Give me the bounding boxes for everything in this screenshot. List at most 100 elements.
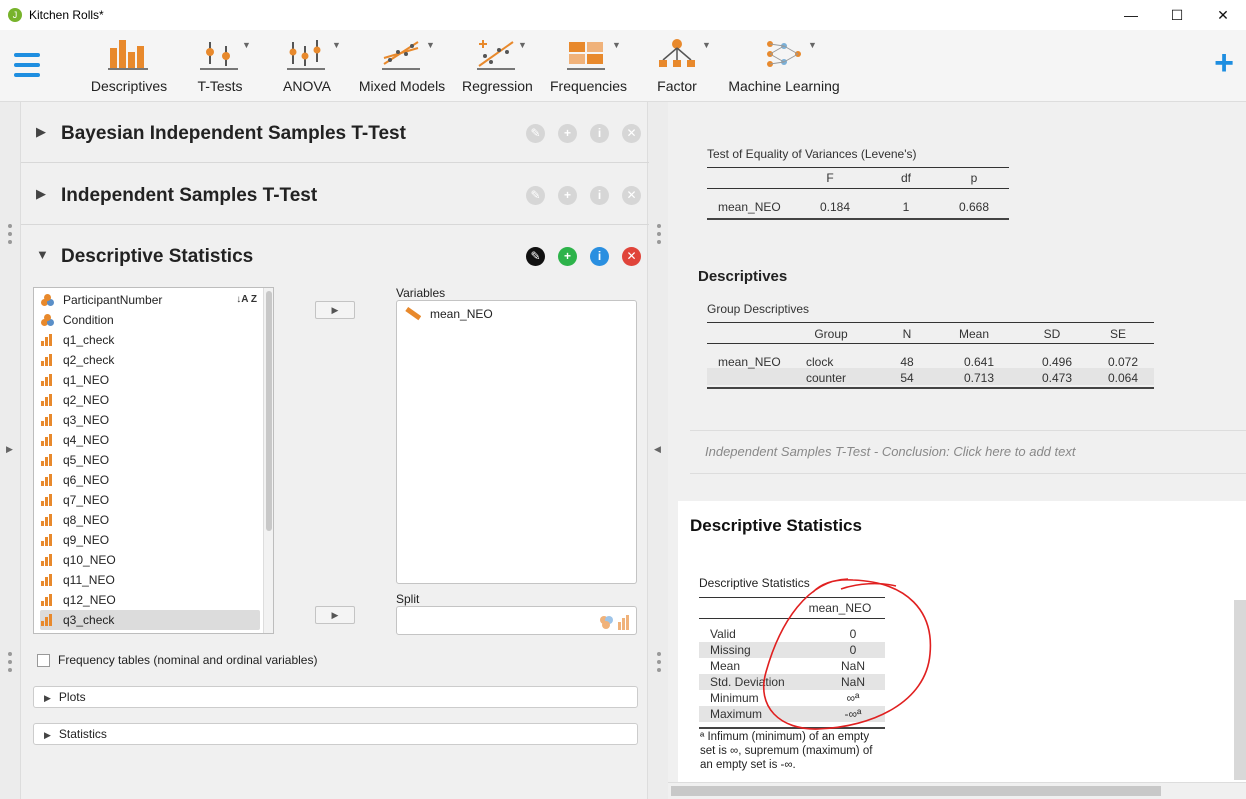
scale-variable-icon <box>40 574 54 586</box>
variable-item[interactable]: q8_NEO <box>40 510 260 530</box>
regression-caret-icon[interactable]: ▼ <box>518 40 527 50</box>
drag-handle[interactable] <box>657 652 661 676</box>
conclusion-note-field[interactable]: Independent Samples T-Test - Conclusion:… <box>690 430 1246 474</box>
variable-item[interactable]: q11_NEO <box>40 570 260 590</box>
edit-title-icon[interactable]: ✎ <box>526 247 545 266</box>
variable-item[interactable]: q12_NEO <box>40 590 260 610</box>
split-label: Split <box>396 592 420 606</box>
analysis-title[interactable]: Bayesian Independent Samples T-Test <box>61 123 406 145</box>
edit-title-icon[interactable]: ✎ <box>526 186 545 205</box>
variable-item[interactable]: q3_check <box>40 610 260 630</box>
frequency-tables-checkbox[interactable]: Frequency tables (nominal and ordinal va… <box>37 653 317 667</box>
collapse-options-arrow-icon[interactable]: ◀ <box>654 444 661 455</box>
add-module-button[interactable]: + <box>1214 46 1234 80</box>
table-rule <box>699 727 885 729</box>
analysis-title[interactable]: Independent Samples T-Test <box>61 185 317 207</box>
variable-item[interactable]: q4_NEO <box>40 430 260 450</box>
table-row-label: Minimum <box>710 691 759 705</box>
info-icon[interactable]: i <box>590 247 609 266</box>
move-to-split-button[interactable]: ▶ <box>315 606 355 624</box>
expand-arrow-icon[interactable]: ▶ <box>36 124 46 140</box>
table-cell: 1 <box>902 200 910 214</box>
frequencies-caret-icon[interactable]: ▼ <box>612 40 621 50</box>
ribbon-anova-button[interactable]: ▼ ANOVA <box>282 38 341 98</box>
ribbon-ttests-button[interactable]: ▼ T-Tests <box>192 38 251 98</box>
variables-scrollbar[interactable] <box>263 288 273 633</box>
assigned-variables-box[interactable]: mean_NEO <box>396 300 637 584</box>
available-variables-list[interactable]: ↓A Z ParticipantNumber Condition q1_check q… <box>33 287 274 634</box>
remove-icon[interactable]: ✕ <box>622 124 641 143</box>
descriptives-heading: Descriptives <box>698 268 788 285</box>
info-icon[interactable]: i <box>590 124 609 143</box>
allowed-types-icon <box>600 615 629 630</box>
mixed-models-caret-icon[interactable]: ▼ <box>426 40 435 50</box>
duplicate-icon[interactable]: + <box>558 186 577 205</box>
drag-handle[interactable] <box>8 224 12 248</box>
variable-item[interactable]: q9_NEO <box>40 530 260 550</box>
assigned-variable-item[interactable]: mean_NEO <box>405 307 493 321</box>
table-cell: 0.496 <box>1041 355 1073 369</box>
regression-icon <box>477 38 517 70</box>
ribbon-descriptives-button[interactable]: Descriptives <box>90 38 168 98</box>
duplicate-icon[interactable]: + <box>558 247 577 266</box>
analysis-header-independent-ttest[interactable]: ▶ Independent Samples T-Test ✎ + i ✕ <box>21 164 649 225</box>
variable-item[interactable]: q7_NEO <box>40 490 260 510</box>
anova-caret-icon[interactable]: ▼ <box>332 40 341 50</box>
ribbon-frequencies-button[interactable]: ▼ Frequencies <box>550 38 627 98</box>
expand-data-arrow-icon[interactable]: ▶ <box>6 444 13 455</box>
analysis-header-bayesian-ttest[interactable]: ▶ Bayesian Independent Samples T-Test ✎ … <box>21 102 649 163</box>
table-cell: 0.184 <box>819 200 851 214</box>
plots-section[interactable]: ▶ Plots <box>33 686 638 708</box>
table-rule <box>707 343 1154 344</box>
ribbon-regression-button[interactable]: ▼ Regression <box>462 38 533 98</box>
drag-handle[interactable] <box>8 652 12 676</box>
ribbon-factor-button[interactable]: ▼ Factor <box>654 38 711 98</box>
ttests-caret-icon[interactable]: ▼ <box>242 40 251 50</box>
scale-variable-icon <box>40 474 54 486</box>
statistics-section[interactable]: ▶ Statistics <box>33 723 638 745</box>
variable-item[interactable]: q5_NEO <box>40 450 260 470</box>
remove-icon[interactable]: ✕ <box>622 247 641 266</box>
table-header: N <box>902 327 912 341</box>
assigned-variable-label: mean_NEO <box>430 307 493 321</box>
pane-splitter[interactable]: ◀ <box>650 102 668 799</box>
variable-item[interactable]: q2_check <box>40 350 260 370</box>
mixed-models-icon <box>382 38 422 70</box>
close-window-button[interactable]: ✕ <box>1200 0 1246 30</box>
duplicate-icon[interactable]: + <box>558 124 577 143</box>
table-cell: 0 <box>849 627 857 641</box>
expand-arrow-icon: ▶ <box>44 730 51 740</box>
expand-arrow-icon[interactable]: ▶ <box>36 186 46 202</box>
variable-item[interactable]: q2_NEO <box>40 390 260 410</box>
minimize-button[interactable]: — <box>1108 0 1154 30</box>
maximize-button[interactable]: ☐ <box>1154 0 1200 30</box>
split-box[interactable] <box>396 606 637 635</box>
results-vertical-scrollbar[interactable] <box>1234 600 1246 780</box>
move-to-variables-button[interactable]: ▶ <box>315 301 355 319</box>
variable-item[interactable]: q3_NEO <box>40 410 260 430</box>
variable-item[interactable]: ParticipantNumber <box>40 290 260 310</box>
factor-caret-icon[interactable]: ▼ <box>702 40 711 50</box>
machine-learning-caret-icon[interactable]: ▼ <box>808 40 817 50</box>
remove-icon[interactable]: ✕ <box>622 186 641 205</box>
variable-item[interactable]: Condition <box>40 310 260 330</box>
variable-item[interactable]: q6_NEO <box>40 470 260 490</box>
analysis-header-descriptive-statistics[interactable]: ▼ Descriptive Statistics ✎ + i ✕ <box>21 226 649 278</box>
checkbox[interactable] <box>37 653 50 667</box>
info-icon[interactable]: i <box>590 186 609 205</box>
variable-item[interactable]: q10_NEO <box>40 550 260 570</box>
ttest-icon <box>200 38 240 70</box>
variable-label: q2_NEO <box>63 393 110 407</box>
menu-icon[interactable] <box>14 53 40 77</box>
variable-item[interactable]: q1_NEO <box>40 370 260 390</box>
table-header: F <box>826 171 834 185</box>
edit-title-icon[interactable]: ✎ <box>526 124 545 143</box>
collapse-arrow-icon[interactable]: ▼ <box>36 247 49 262</box>
results-horizontal-scrollbar[interactable] <box>668 782 1246 799</box>
analysis-title[interactable]: Descriptive Statistics <box>61 246 253 268</box>
ribbon-machine-learning-button[interactable]: ▼ Machine Learning <box>728 38 840 98</box>
ribbon-mixed-models-button[interactable]: ▼ Mixed Models <box>358 38 446 98</box>
variable-item[interactable]: q1_check <box>40 330 260 350</box>
table-rule <box>707 322 1154 323</box>
drag-handle[interactable] <box>657 224 661 248</box>
